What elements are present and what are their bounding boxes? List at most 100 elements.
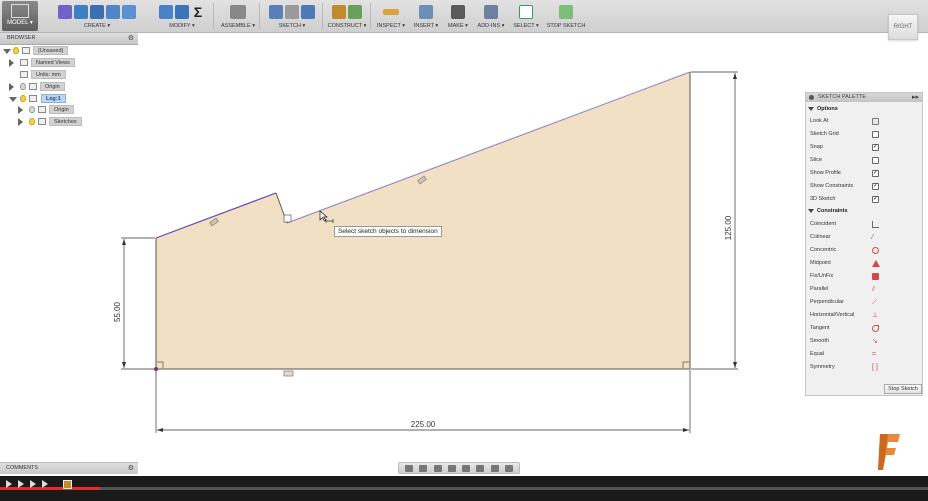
constraint-fix-unfix[interactable]: Fix/UnFix bbox=[810, 272, 920, 283]
constraint-label: Perpendicular bbox=[810, 299, 844, 305]
coincident-icon[interactable] bbox=[872, 221, 879, 228]
constraint-label: Horizontal/Vertical bbox=[810, 312, 855, 318]
fit-icon[interactable] bbox=[462, 464, 471, 472]
tangent-icon[interactable] bbox=[872, 325, 879, 332]
constraint-label: Coincident bbox=[810, 221, 836, 227]
constraint-label: Smooth bbox=[810, 338, 829, 344]
sketch-canvas[interactable]: 55.00 125.00 225.00 bbox=[0, 0, 928, 501]
constraint-parallel[interactable]: Parallel ⫽ bbox=[810, 285, 920, 296]
option-look-at[interactable]: Look At bbox=[810, 117, 920, 128]
display-settings-icon[interactable] bbox=[476, 464, 485, 472]
option-label: Snap bbox=[810, 144, 823, 150]
equal-icon[interactable]: = bbox=[872, 351, 879, 358]
constraint-concentric[interactable]: Concentric bbox=[810, 246, 920, 257]
slice-checkbox[interactable] bbox=[872, 157, 879, 164]
sketch-grid-checkbox[interactable] bbox=[872, 131, 879, 138]
symmetry-icon[interactable]: [ ] bbox=[872, 364, 879, 371]
constraint-horizontal-vertical[interactable]: Horizontal/Vertical ⊥ bbox=[810, 311, 920, 322]
timeline-end-icon[interactable] bbox=[42, 480, 48, 488]
comments-title: COMMENTS bbox=[6, 465, 39, 471]
orbit-icon[interactable] bbox=[405, 464, 414, 472]
constraint-label: Parallel bbox=[810, 286, 829, 292]
show-profile-checkbox[interactable]: ✓ bbox=[872, 170, 879, 177]
option-label: Sketch Grid bbox=[810, 131, 839, 137]
constraint-smooth[interactable]: Smooth ↘ bbox=[810, 337, 920, 348]
lock-icon[interactable] bbox=[872, 273, 879, 280]
constraint-symmetry[interactable]: Symmetry [ ] bbox=[810, 363, 920, 374]
collapse-triangle-icon[interactable] bbox=[808, 106, 814, 111]
colinear-icon[interactable]: ⁄ bbox=[872, 234, 879, 241]
option-label: Show Constraints bbox=[810, 183, 854, 189]
constraints-section-header[interactable]: Constraints bbox=[808, 208, 848, 214]
constraint-label: Tangent bbox=[810, 325, 830, 331]
constraint-tangent[interactable]: Tangent bbox=[810, 324, 920, 335]
video-progress-track[interactable] bbox=[0, 487, 928, 490]
look-at-nav-icon[interactable] bbox=[419, 464, 428, 472]
zoom-icon[interactable] bbox=[447, 464, 456, 472]
dimension-label-bottom[interactable]: 225.00 bbox=[411, 420, 436, 429]
stop-sketch-button[interactable]: Stop Sketch bbox=[884, 384, 922, 394]
collapse-triangle-icon[interactable] bbox=[808, 208, 814, 213]
horizontal-constraint-icon[interactable] bbox=[283, 370, 294, 377]
snap-checkbox[interactable]: ✓ bbox=[872, 144, 879, 151]
horizontal-vertical-icon[interactable]: ⊥ bbox=[872, 312, 879, 319]
dimension-label-left[interactable]: 55.00 bbox=[113, 301, 122, 322]
options-section-label: Options bbox=[817, 106, 838, 112]
option-3d-sketch[interactable]: 3D Sketch ✓ bbox=[810, 195, 920, 206]
constraint-perpendicular[interactable]: Perpendicular ⟋ bbox=[810, 298, 920, 309]
timeline-sketch-marker[interactable] bbox=[63, 480, 72, 489]
option-show-constraints[interactable]: Show Constraints ✓ bbox=[810, 182, 920, 193]
video-progress-played[interactable] bbox=[0, 487, 101, 490]
comments-panel-header[interactable]: COMMENTS ⚙ bbox=[0, 462, 138, 474]
dimension-bottom-width[interactable]: 225.00 bbox=[155, 370, 691, 433]
look-at-icon[interactable] bbox=[872, 118, 879, 125]
concentric-icon[interactable] bbox=[872, 247, 879, 254]
palette-pin-icon[interactable] bbox=[809, 95, 814, 100]
timeline-start-icon[interactable] bbox=[6, 480, 12, 488]
comments-settings-icon[interactable]: ⚙ bbox=[128, 464, 134, 472]
sketch-profile[interactable] bbox=[156, 72, 690, 369]
constraint-label: Fix/UnFix bbox=[810, 273, 834, 279]
option-slice[interactable]: Slice bbox=[810, 156, 920, 167]
constraint-label: Symmetry bbox=[810, 364, 835, 370]
pan-icon[interactable] bbox=[433, 464, 442, 472]
constraint-equal[interactable]: Equal = bbox=[810, 350, 920, 361]
option-snap[interactable]: Snap ✓ bbox=[810, 143, 920, 154]
sketch-palette: SKETCH PALETTE ▸▸ Options Look At Sketch… bbox=[805, 92, 923, 396]
constraint-label: Colinear bbox=[810, 234, 831, 240]
dimension-right-height[interactable]: 125.00 bbox=[691, 71, 738, 370]
perpendicular-icon[interactable]: ⟋ bbox=[872, 299, 879, 306]
options-section-header[interactable]: Options bbox=[808, 106, 838, 112]
dimension-left-height[interactable]: 55.00 bbox=[113, 237, 155, 370]
timeline-play-icon[interactable] bbox=[30, 480, 36, 488]
constraint-coincident[interactable]: Coincident bbox=[810, 220, 920, 231]
option-sketch-grid[interactable]: Sketch Grid bbox=[810, 130, 920, 141]
constraint-label: Concentric bbox=[810, 247, 837, 253]
3d-sketch-checkbox[interactable]: ✓ bbox=[872, 196, 879, 203]
option-label: Look At bbox=[810, 118, 829, 124]
constraint-midpoint[interactable]: Midpoint bbox=[810, 259, 920, 270]
show-constraints-checkbox[interactable]: ✓ bbox=[872, 183, 879, 190]
timeline-prev-icon[interactable] bbox=[18, 480, 24, 488]
viewports-icon[interactable] bbox=[504, 464, 513, 472]
sketch-palette-header[interactable]: SKETCH PALETTE ▸▸ bbox=[806, 93, 922, 102]
midpoint-icon[interactable] bbox=[872, 260, 880, 267]
smooth-icon[interactable]: ↘ bbox=[872, 338, 879, 345]
constraint-label: Equal bbox=[810, 351, 825, 357]
fusion-logo-icon bbox=[878, 434, 900, 470]
perpendicular-constraint-icon[interactable] bbox=[283, 214, 292, 223]
dimension-tooltip: Select sketch objects to dimension bbox=[334, 226, 442, 237]
option-show-profile[interactable]: Show Profile ✓ bbox=[810, 169, 920, 180]
grid-settings-icon[interactable] bbox=[490, 464, 499, 472]
sketch-palette-title: SKETCH PALETTE bbox=[818, 94, 866, 100]
option-label: 3D Sketch bbox=[810, 196, 836, 202]
parallel-icon[interactable]: ⫽ bbox=[872, 286, 879, 293]
option-label: Show Profile bbox=[810, 170, 841, 176]
constraint-label: Midpoint bbox=[810, 260, 831, 266]
dimension-label-right[interactable]: 125.00 bbox=[724, 215, 733, 240]
option-label: Slice bbox=[810, 157, 822, 163]
constraint-colinear[interactable]: Colinear ⁄ bbox=[810, 233, 920, 244]
navigation-bar bbox=[398, 462, 520, 474]
palette-expand-icon[interactable]: ▸▸ bbox=[912, 93, 919, 101]
sketch-origin-point[interactable] bbox=[154, 367, 158, 371]
